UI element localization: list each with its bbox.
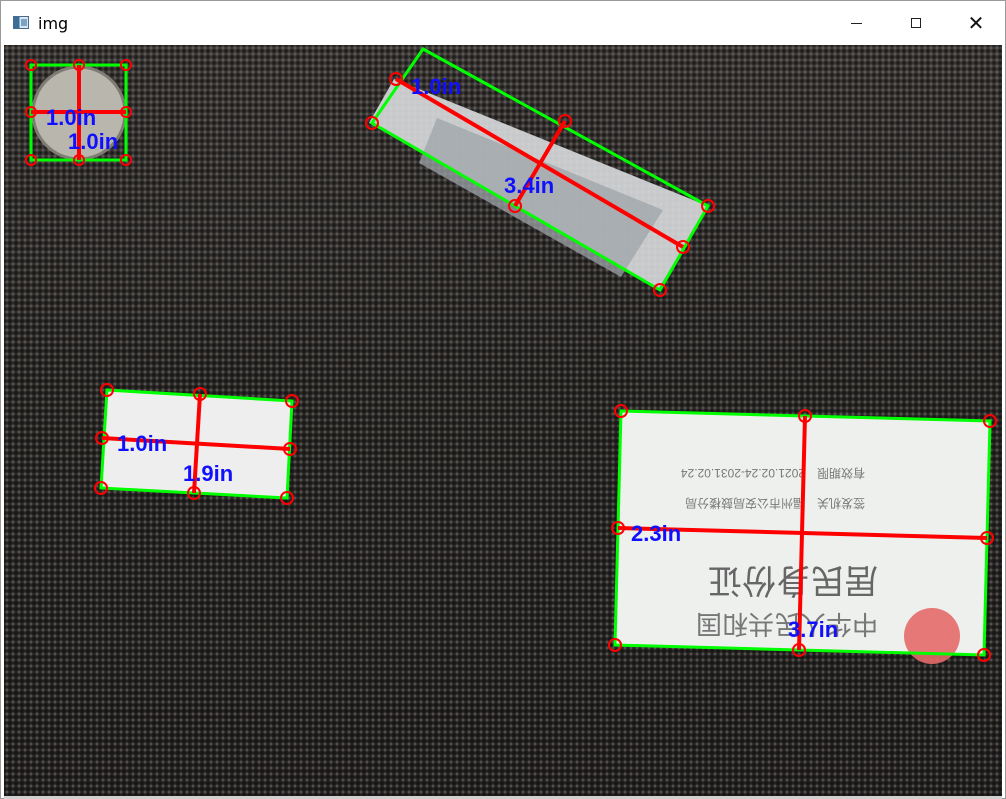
card-object: 1.0in 1.9in: [94, 383, 299, 505]
window-title: img: [38, 14, 69, 33]
id-card-label-length: 3.7in: [788, 617, 838, 642]
maximize-icon: [911, 18, 921, 28]
image-canvas: 1.0in 1.0in 1.0in 3.4in 1.0in 1.9in 中华人民…: [4, 45, 1002, 796]
card-label-length: 1.9in: [183, 461, 233, 486]
tube-object: 1.0in 3.4in: [365, 47, 715, 297]
close-button[interactable]: ✕: [953, 1, 999, 45]
minimize-icon: [850, 22, 862, 24]
tube-label-length: 3.4in: [504, 173, 554, 198]
id-card-subtitle: 居民身份证: [708, 560, 878, 600]
close-icon: ✕: [967, 11, 985, 35]
card-label-width: 1.0in: [117, 431, 167, 456]
id-card-authority: 福州市公安局鼓楼分局: [685, 496, 805, 511]
tube-label-width: 1.0in: [411, 74, 461, 99]
id-card-label-width: 2.3in: [631, 521, 681, 546]
id-card-object: 中华人民共和国 居民身份证 签发机关 福州市公安局鼓楼分局 有效期限 2021.…: [608, 404, 997, 664]
maximize-button[interactable]: [893, 1, 939, 45]
coin-object: 1.0in 1.0in: [25, 59, 132, 166]
id-card-authority-label: 签发机关: [817, 496, 865, 511]
image-window: img ✕ 1.0in 1.0in 1.0in 3.4in 1.0in 1.9i…: [0, 0, 1006, 799]
title-bar[interactable]: img ✕: [1, 1, 1005, 45]
id-card-title: 中华人民共和国: [696, 608, 878, 638]
coin-label-width: 1.0in: [46, 105, 96, 130]
id-card-validity: 2021.02.24-2031.02.24: [681, 466, 805, 480]
id-card-validity-label: 有效期限: [817, 466, 865, 481]
coin-label-height: 1.0in: [68, 129, 118, 154]
app-icon: [13, 16, 29, 29]
minimize-button[interactable]: [833, 1, 879, 45]
measurement-overlay: 1.0in 1.0in 1.0in 3.4in 1.0in 1.9in 中华人民…: [25, 47, 997, 664]
